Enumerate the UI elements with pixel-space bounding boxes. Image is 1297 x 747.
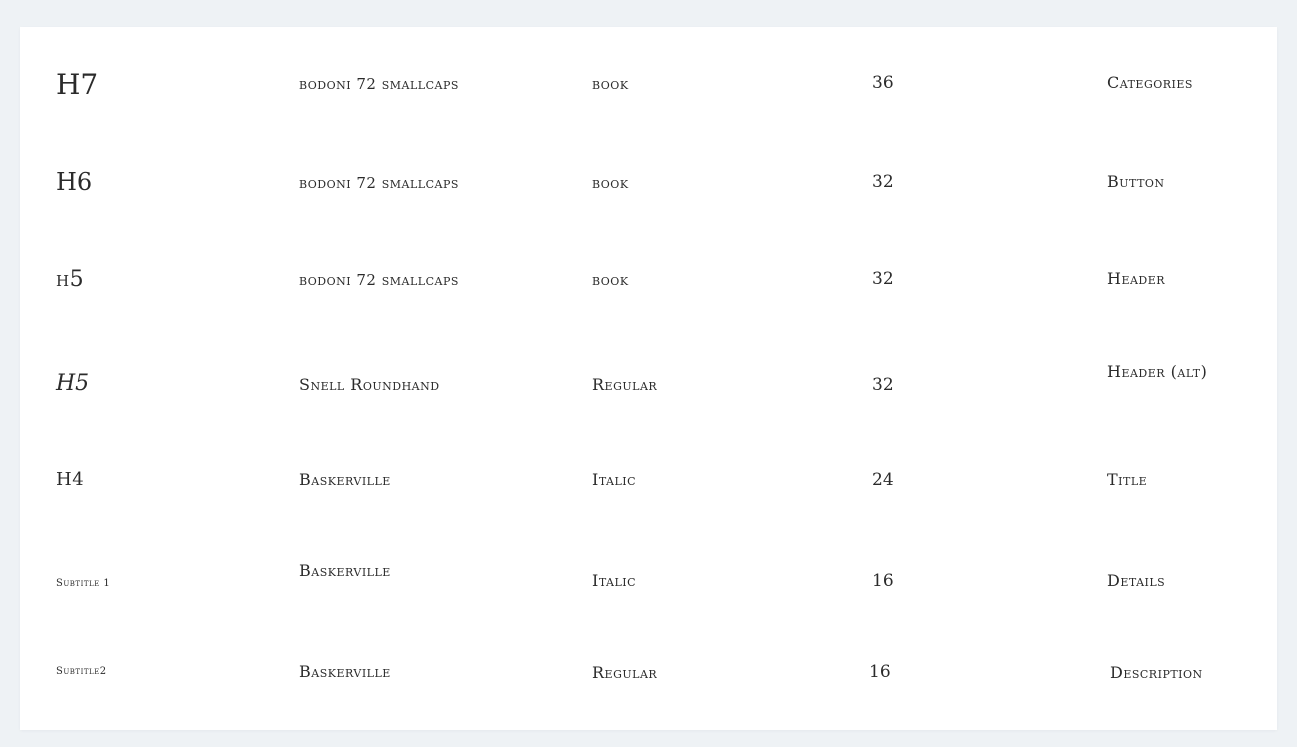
font-weight-cell: book <box>592 174 629 192</box>
font-family-cell: bodoni 72 smallcaps <box>299 271 459 289</box>
usage-cell: Header (alt) <box>1107 362 1208 381</box>
font-weight-cell: book <box>592 271 629 289</box>
usage-cell: Header <box>1107 269 1166 288</box>
font-weight-cell: Regular <box>592 375 658 394</box>
font-size-cell: 32 <box>872 375 894 395</box>
font-size-cell: 24 <box>872 470 894 490</box>
style-name-h7: H7 <box>56 68 99 101</box>
style-name-h6: H6 <box>56 168 93 196</box>
usage-cell: Button <box>1107 172 1165 191</box>
style-name-h5-alt: H5 <box>56 371 90 396</box>
style-name-subtitle-1: Subtitle 1 <box>56 578 111 589</box>
font-size-cell: 32 <box>872 172 894 192</box>
font-size-cell: 16 <box>872 571 894 591</box>
font-size-cell: 36 <box>872 73 894 93</box>
usage-cell: Description <box>1110 663 1203 682</box>
font-family-cell: bodoni 72 smallcaps <box>299 75 459 93</box>
style-name-subtitle-2: Subtitle2 <box>56 666 107 677</box>
usage-cell: Categories <box>1107 73 1193 92</box>
font-family-cell: Snell Roundhand <box>299 375 440 394</box>
font-weight-cell: book <box>592 75 629 93</box>
font-family-cell: Baskerville <box>299 561 391 580</box>
usage-cell: Title <box>1107 470 1148 489</box>
style-name-h4: H4 <box>56 469 85 490</box>
font-family-cell: Baskerville <box>299 470 391 489</box>
usage-cell: Details <box>1107 571 1166 590</box>
typography-table: H7 bodoni 72 smallcaps book 36 Categorie… <box>20 27 1277 730</box>
font-family-cell: bodoni 72 smallcaps <box>299 174 459 192</box>
font-weight-cell: Italic <box>592 470 637 489</box>
font-weight-cell: Regular <box>592 663 658 682</box>
font-family-cell: Baskerville <box>299 662 391 681</box>
font-size-cell: 16 <box>869 662 891 682</box>
style-name-h5: h5 <box>56 267 85 292</box>
font-weight-cell: Italic <box>592 571 637 590</box>
font-size-cell: 32 <box>872 269 894 289</box>
